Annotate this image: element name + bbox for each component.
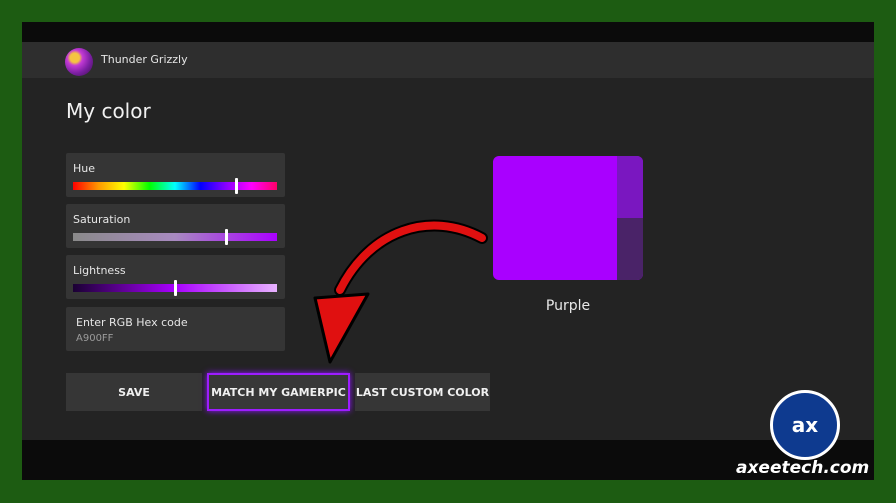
red-arrow-annotation (313, 219, 488, 364)
axeetech-logo: ax (770, 390, 840, 460)
site-watermark: axeetech.com (736, 458, 870, 478)
